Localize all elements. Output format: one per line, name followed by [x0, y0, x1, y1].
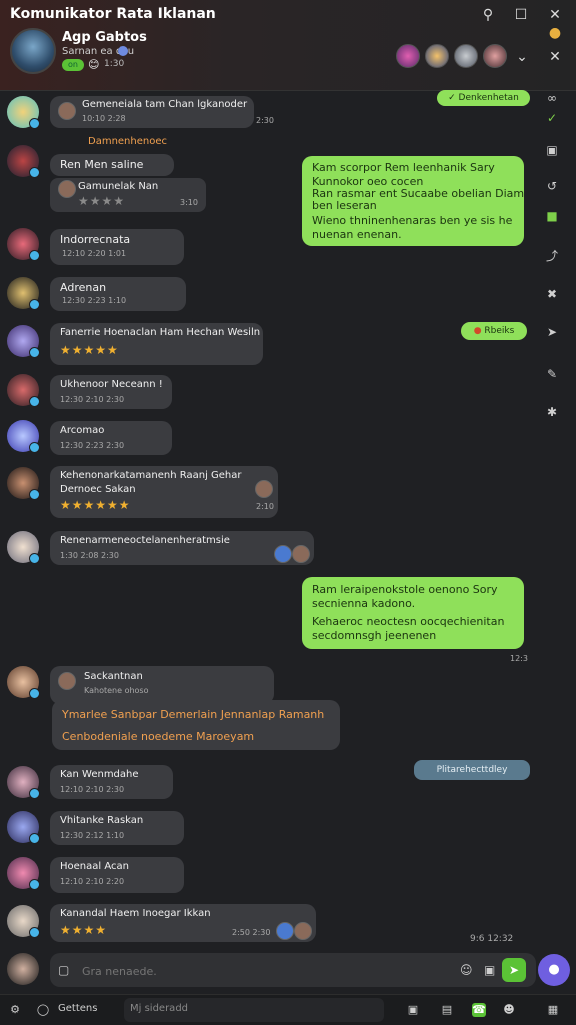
contacts-icon[interactable]: ☻ — [502, 1003, 516, 1017]
apps-icon[interactable]: ▦ — [546, 1003, 560, 1017]
outgoing-pill[interactable]: Plitarehecttdley — [414, 760, 530, 780]
outgoing-message[interactable]: Kam scorpor Rem leenhanik Sary Kunnokor … — [302, 156, 524, 246]
message-bubble[interactable]: Gemeneiala tam Chan lgkanoder 10:10 2:28 — [50, 96, 254, 128]
search-icon[interactable]: ⚲ — [478, 6, 498, 24]
avatar[interactable] — [7, 766, 40, 799]
call-icon[interactable]: ☎ — [472, 1003, 486, 1017]
avatar — [274, 545, 292, 563]
avatar — [276, 922, 294, 940]
message-bubble[interactable]: Hoenaal Acan 12:10 2:10 2:20 — [50, 857, 184, 893]
outgoing-pill[interactable]: ● Rbeiks — [461, 322, 527, 340]
avatar[interactable] — [7, 420, 40, 453]
message-bubble[interactable]: Arcomao 12:30 2:23 2:30 — [50, 421, 172, 455]
message-composer: ▢ ☺ ▣ ➤ — [50, 953, 536, 987]
window-title: Komunikator Rata Iklanan — [10, 6, 216, 22]
avatar[interactable] — [7, 96, 40, 129]
image-icon[interactable]: ▣ — [406, 1003, 420, 1017]
avatar — [58, 180, 76, 198]
avatar — [294, 922, 312, 940]
message-bubble[interactable]: Adrenan 12:30 2:23 1:10 — [50, 277, 186, 311]
settings-icon[interactable]: ✱ — [544, 404, 560, 420]
emoji-icon[interactable]: ☺ — [460, 963, 473, 977]
check-icon[interactable]: ✓ — [544, 110, 560, 126]
avatar[interactable] — [7, 666, 40, 699]
avatar[interactable] — [7, 145, 40, 178]
chat-name: Agp Gabtos — [62, 30, 147, 45]
send-button[interactable]: ➤ — [502, 958, 526, 982]
record-icon: ● — [473, 326, 485, 336]
bottom-bar: ⚙ ◯ Gettens Mj sideradd ▣ ▤ ☎ ☻ ▦ — [0, 994, 576, 1025]
status-count: 1:30 — [104, 59, 125, 69]
close-icon[interactable]: ✕ — [545, 48, 565, 66]
avatar[interactable] — [7, 857, 40, 890]
chat-icon[interactable]: ◯ — [36, 1003, 50, 1017]
reaction-text: Damnenhenoec — [88, 136, 167, 147]
outgoing-pill[interactable]: ✓ Denkenhetan — [437, 90, 530, 106]
camera-icon[interactable]: ▣ — [544, 142, 560, 158]
pin-icon[interactable]: ⤴ — [544, 248, 560, 264]
avatar[interactable] — [7, 374, 40, 407]
voice-button[interactable]: ● — [538, 954, 570, 986]
settings-icon[interactable]: ⚙ — [8, 1003, 22, 1017]
avatar[interactable] — [7, 467, 40, 500]
bottom-label[interactable]: Gettens — [58, 1003, 97, 1014]
avatar — [255, 480, 273, 498]
member-avatar[interactable] — [483, 44, 507, 68]
message-bubble[interactable]: Ymarlee Sanbpar Demerlain Jennanlap Rama… — [52, 700, 340, 750]
message-bubble[interactable]: Sackantnan Kahotene ohoso — [50, 666, 274, 704]
share-icon[interactable]: ↺ — [544, 178, 560, 194]
link-icon[interactable]: ∞ — [544, 90, 560, 106]
my-avatar[interactable] — [7, 953, 39, 985]
avatar[interactable] — [7, 228, 40, 261]
avatar[interactable] — [7, 277, 40, 310]
message-time: 12:3 — [510, 654, 528, 663]
chat-avatar[interactable] — [10, 28, 56, 74]
smile-icon: 😊 — [88, 58, 100, 71]
member-avatar[interactable] — [454, 44, 478, 68]
maximize-button[interactable]: ☐ — [511, 6, 531, 24]
quote-card[interactable]: Gamunelak Nan ★★★★ 3:10 — [50, 178, 206, 212]
attach-icon[interactable]: ▢ — [58, 963, 69, 977]
badge-icon: ● — [548, 25, 562, 41]
message-bubble[interactable]: Renenarmeneoctelanenheratmsie 1:30 2:08 … — [50, 531, 314, 565]
rating-stars: ★★★★★ — [60, 343, 119, 357]
outgoing-message[interactable]: Ram leraipenokstole oenono Sory secnienn… — [302, 577, 524, 649]
avatar[interactable] — [7, 325, 40, 358]
message-bubble[interactable]: Ukhenoor Neceann ! 12:30 2:10 2:30 — [50, 375, 172, 409]
avatar — [292, 545, 310, 563]
message-bubble[interactable]: Vhitanke Raskan 12:30 2:12 1:10 — [50, 811, 184, 845]
status-badge: on — [62, 59, 84, 71]
avatar — [58, 672, 76, 690]
message-bubble[interactable]: Ren Men saline — [50, 154, 174, 176]
edit-icon[interactable]: ✎ — [544, 366, 560, 382]
message-bubble[interactable]: Kanandal Haem Inoegar Ikkan ★★★★ 2:50 2:… — [50, 904, 316, 942]
message-time: 9:6 12:32 — [470, 934, 514, 944]
avatar[interactable] — [7, 811, 40, 844]
check-icon: ✓ — [448, 93, 459, 103]
tools-icon[interactable]: ✖ — [544, 286, 560, 302]
chat-icon[interactable]: ■ — [544, 208, 560, 224]
member-avatar[interactable] — [425, 44, 449, 68]
avatar[interactable] — [7, 531, 40, 564]
verified-icon — [118, 46, 128, 56]
file-icon[interactable]: ▤ — [440, 1003, 454, 1017]
rating-stars: ★★★★ — [78, 194, 126, 208]
close-button[interactable]: ✕ — [545, 6, 565, 24]
rating-stars: ★★★★★★ — [60, 498, 131, 512]
message-bubble[interactable]: Fanerrie Hoenaclan Ham Hechan Wesiln ★★★… — [50, 323, 263, 365]
message-input[interactable] — [80, 959, 464, 983]
avatar — [58, 102, 76, 120]
gif-icon[interactable]: ▣ — [484, 963, 495, 977]
avatar[interactable] — [7, 905, 40, 938]
search-field[interactable]: Mj sideradd — [124, 998, 384, 1022]
member-avatar[interactable] — [396, 44, 420, 68]
right-toolbar: ∞ ✓ ▣ ↺ ■ ⤴ ✖ ➤ ✎ ✱ — [536, 90, 576, 990]
chevron-down-icon[interactable]: ⌄ — [512, 48, 532, 66]
chat-header: Komunikator Rata Iklanan ⚲ ☐ ✕ ● Agp Gab… — [0, 0, 576, 91]
rating-stars: ★★★★ — [60, 923, 108, 937]
send-icon[interactable]: ➤ — [544, 324, 560, 340]
message-bubble[interactable]: Kehenonarkatamanenh Raanj Gehar Dernoec … — [50, 466, 278, 518]
message-bubble[interactable]: Kan Wenmdahe 12:10 2:10 2:30 — [50, 765, 173, 799]
message-bubble[interactable]: Indorrecnata 12:10 2:20 1:01 — [50, 229, 184, 265]
